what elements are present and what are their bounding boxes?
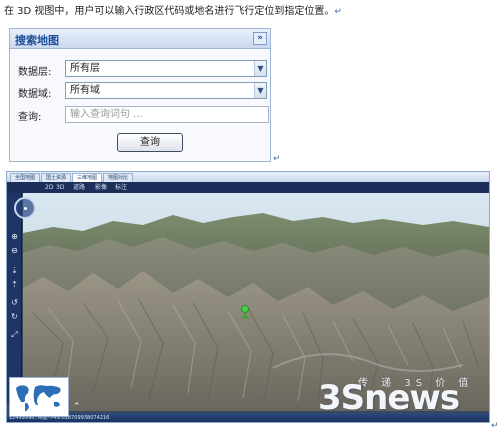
rotate-left-icon[interactable]: ↺ <box>9 297 20 308</box>
toolbar-2d[interactable]: 2D <box>45 183 53 192</box>
viewer-toolbar: 2D 3D 道路 影像 标注 <box>7 182 489 193</box>
query-input[interactable]: 输入查询词句 ... <box>65 106 269 123</box>
search-map-panel: 搜索地图 » 数据层: 所有层 ▼ 数据域: 所有域 ▼ 查询: 输入查询词句 … <box>9 28 271 162</box>
toolbar-labels[interactable]: 标注 <box>115 183 127 192</box>
chevron-down-icon[interactable]: ▼ <box>254 83 266 98</box>
search-panel-header: 搜索地图 » <box>10 29 270 49</box>
return-mark: ↵ <box>334 7 342 17</box>
location-pin-icon[interactable] <box>240 305 250 319</box>
query-label: 查询: <box>18 112 42 123</box>
domain-label: 数据域: <box>18 89 52 100</box>
tab-3d-map[interactable]: 三维地图 <box>72 173 102 182</box>
world-map-icon <box>16 385 61 412</box>
collapse-icon[interactable]: » <box>253 32 267 45</box>
compass-icon[interactable] <box>14 197 36 219</box>
zoom-extent-icon[interactable]: ⤢ <box>9 329 20 340</box>
chevron-up-icon[interactable]: ⌃ <box>73 402 81 412</box>
layer-label: 数据层: <box>18 67 52 78</box>
layer-select-value: 所有层 <box>70 63 100 74</box>
return-mark: ↵ <box>491 421 499 431</box>
zoom-in-icon[interactable]: ⊕ <box>9 231 20 242</box>
intro-text: 在 3D 视图中，用户可以输入行政区代码或地名进行飞行定位到指定位置。↵ <box>4 2 342 17</box>
tab-land-resources[interactable]: 国土资源 <box>41 173 71 182</box>
query-button[interactable]: 查询 <box>117 133 183 152</box>
viewer-tabbar: 全国地图 国土资源 三维地图 地图对比 <box>7 172 489 182</box>
watermark-brand: 3Snews <box>318 378 460 418</box>
tab-national-map[interactable]: 全国地图 <box>10 173 40 182</box>
overview-minimap[interactable] <box>9 377 69 417</box>
toolbar-roads[interactable]: 道路 <box>73 183 85 192</box>
chevron-down-icon[interactable]: ▼ <box>254 61 266 76</box>
zoom-out-icon[interactable]: ⊖ <box>9 245 20 256</box>
rotate-right-icon[interactable]: ↻ <box>9 311 20 322</box>
tilt-up-icon[interactable]: ⇡ <box>9 279 20 290</box>
nav-sidebar: ⊕ ⊖ ⇣ ⇡ ↺ ↻ ⤢ <box>7 193 22 403</box>
domain-select-value: 所有域 <box>70 85 100 96</box>
search-panel-title: 搜索地图 <box>15 34 59 47</box>
domain-select[interactable]: 所有域 ▼ <box>65 82 267 99</box>
tab-map-compare[interactable]: 地图对比 <box>103 173 133 182</box>
intro-sentence: 在 3D 视图中，用户可以输入行政区代码或地名进行飞行定位到指定位置。 <box>4 6 335 17</box>
return-mark: ↵ <box>273 154 281 164</box>
toolbar-3d[interactable]: 3D <box>56 183 64 192</box>
tilt-down-icon[interactable]: ⇣ <box>9 265 20 276</box>
toolbar-imagery[interactable]: 影像 <box>95 183 107 192</box>
layer-select[interactable]: 所有层 ▼ <box>65 60 267 77</box>
